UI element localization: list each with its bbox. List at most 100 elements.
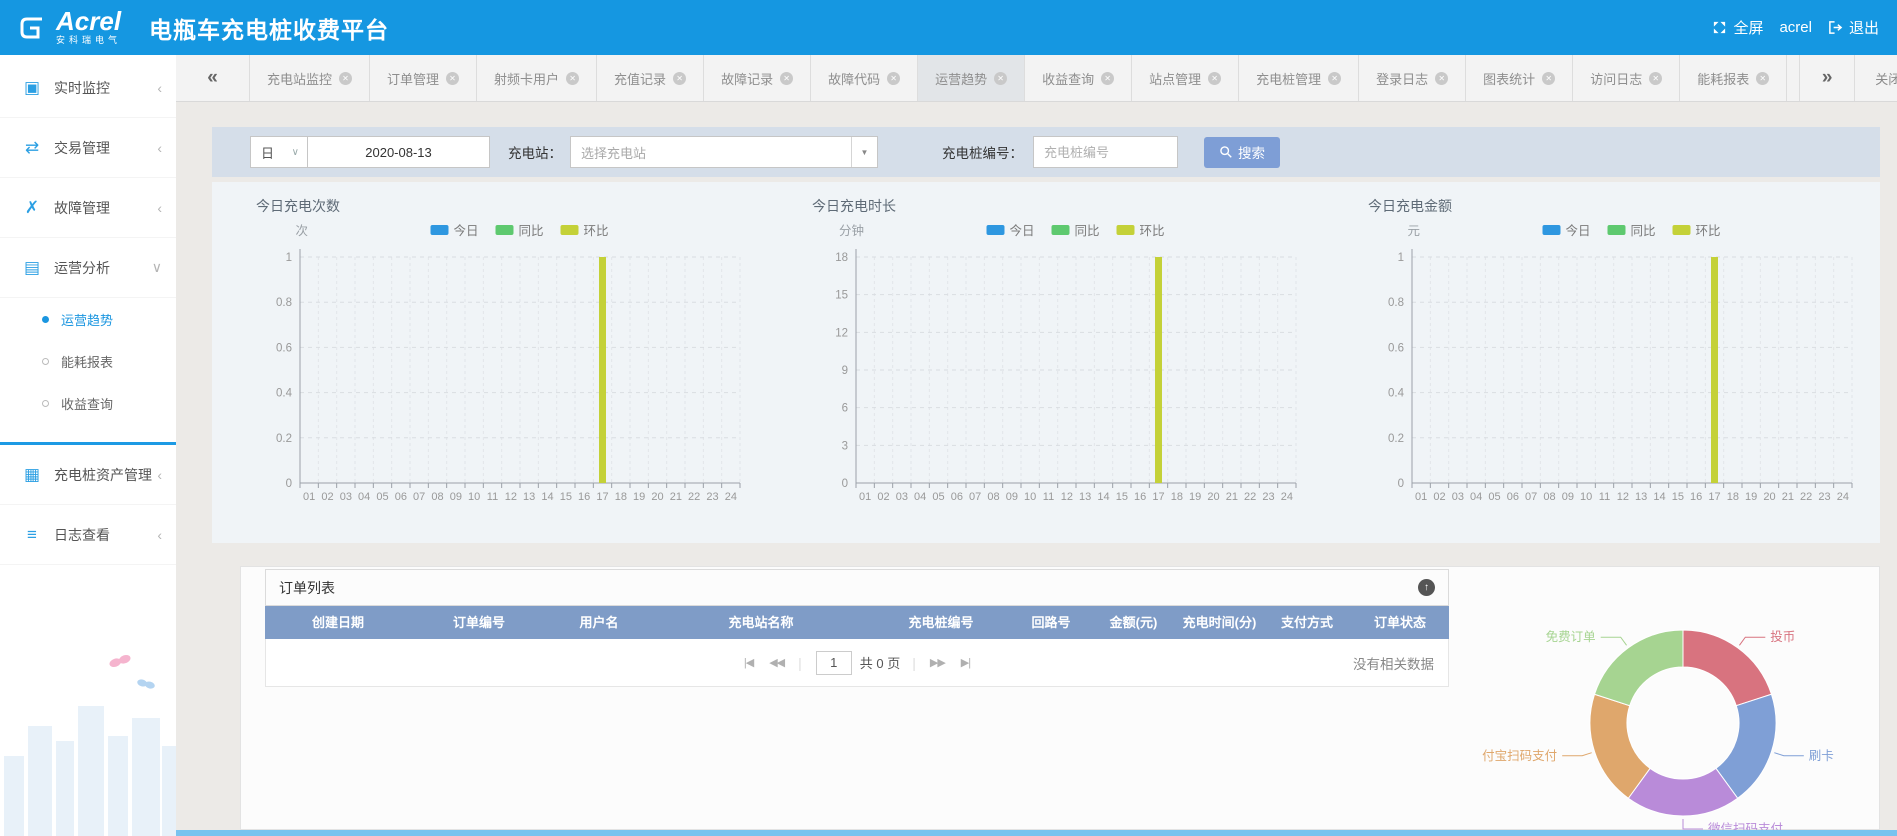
logout-label: 退出 — [1849, 17, 1879, 38]
tab-充电站监控[interactable]: 充电站监控 ✕ — [250, 55, 370, 101]
username[interactable]: acrel — [1779, 19, 1812, 36]
panel-collapse-icon[interactable]: ↑ — [1418, 579, 1435, 596]
legend-swatch — [431, 225, 449, 235]
tabs-scroll-right-button[interactable]: » — [1799, 55, 1855, 101]
date-input[interactable] — [308, 145, 489, 160]
station-select[interactable]: 选择充电站 ▼ — [570, 136, 878, 168]
table-column-header-回路号: 回路号 — [1011, 606, 1091, 639]
tabs-scroll-left-button[interactable]: « — [176, 55, 250, 101]
chart-daily-charge-duration: 今日充电时长 分钟今日同比环比0369121518010203040506070… — [768, 182, 1324, 543]
tab-充电桩管理[interactable]: 充电桩管理✕ — [1239, 55, 1359, 101]
fullscreen-button[interactable]: 全屏 — [1712, 17, 1763, 38]
tab-close-icon[interactable]: ✕ — [1649, 72, 1662, 85]
tab-close-icon[interactable]: ✕ — [566, 72, 579, 85]
tab-close-icon[interactable]: ✕ — [780, 72, 793, 85]
x-axis-tick-label: 18 — [1171, 491, 1183, 503]
select-arrow-icon: ▼ — [851, 137, 877, 167]
x-axis-tick-label: 08 — [431, 491, 443, 503]
tab-close-icon[interactable]: ✕ — [1435, 72, 1448, 85]
fullscreen-icon — [1712, 20, 1727, 35]
tab-登录日志[interactable]: 登录日志✕ — [1359, 55, 1466, 101]
legend-swatch — [561, 225, 579, 235]
period-select[interactable]: 日 ∨ — [250, 136, 308, 168]
station-label: 充电站： — [508, 142, 562, 162]
pagination-prev-button[interactable]: ◀◀ — [769, 656, 784, 669]
table-column-header-订单编号: 订单编号 — [411, 606, 547, 639]
sidebar-item-故障管理[interactable]: ✗故障管理‹ — [0, 178, 176, 238]
legend-swatch — [1052, 225, 1070, 235]
tab-label: 充电站监控 — [267, 69, 332, 88]
tab-收益查询[interactable]: 收益查询✕ — [1025, 55, 1132, 101]
pagination-next-button[interactable]: ▶▶ — [930, 656, 945, 669]
tab-close-icon[interactable]: ✕ — [1328, 72, 1341, 85]
close-operations-menu[interactable]: 关闭操作 — [1855, 55, 1897, 101]
sidebar-item-label: 运营分析 — [54, 258, 152, 278]
table-column-header-充电时间(分): 充电时间(分) — [1176, 606, 1263, 639]
x-axis-tick-label: 05 — [932, 491, 944, 503]
sidebar-item-label: 实时监控 — [54, 78, 157, 98]
sidebar-item-充电桩资产管理[interactable]: ▦充电桩资产管理‹ — [0, 445, 176, 505]
tab-close-icon[interactable]: ✕ — [446, 72, 459, 85]
tab-close-icon[interactable]: ✕ — [673, 72, 686, 85]
y-axis-tick-label: 3 — [842, 440, 848, 452]
pagination-last-button[interactable]: ▶| — [961, 656, 970, 669]
tab-充值记录[interactable]: 充值记录✕ — [597, 55, 704, 101]
sidebar-subitem-能耗报表[interactable]: 能耗报表 — [0, 340, 176, 382]
tab-故障代码[interactable]: 故障代码✕ — [811, 55, 918, 101]
bar-chart-canvas: 分钟今日同比环比03691215180102030405060708091011… — [768, 182, 1324, 522]
tab-故障记录[interactable]: 故障记录✕ — [704, 55, 811, 101]
legend-label: 同比 — [1075, 224, 1100, 238]
sidebar-subitem-收益查询[interactable]: 收益查询 — [0, 382, 176, 424]
tab-图表统计[interactable]: 图表统计 ✕ — [1466, 55, 1573, 101]
sidebar-subitem-运营趋势[interactable]: 运营趋势 — [0, 298, 176, 340]
chart-daily-charge-count: 今日充电次数 次今日同比环比00.20.40.60.81010203040506… — [212, 182, 768, 543]
donut-label-line — [1601, 637, 1627, 645]
tab-close-icon[interactable]: ✕ — [339, 72, 352, 85]
x-axis-tick-label: 07 — [969, 491, 981, 503]
tab-label: 图表统计 — [1483, 69, 1535, 88]
tab-close-icon[interactable]: ✕ — [994, 72, 1007, 85]
tab-close-icon[interactable]: ✕ — [887, 72, 900, 85]
pile-number-input[interactable] — [1034, 145, 1177, 160]
x-axis-tick-label: 04 — [358, 491, 370, 503]
x-axis-tick-label: 20 — [1763, 491, 1775, 503]
tab-close-icon[interactable]: ✕ — [1542, 72, 1555, 85]
bar-环比-17 — [599, 257, 606, 483]
x-axis-tick-label: 10 — [468, 491, 480, 503]
tab-close-icon[interactable]: ✕ — [1208, 72, 1221, 85]
donut-label-line — [1774, 753, 1804, 756]
tab-label: 能耗报表 — [1697, 69, 1749, 88]
legend-swatch — [1543, 225, 1561, 235]
tab-label: 访问日志 — [1590, 69, 1642, 88]
x-axis-tick-label: 16 — [1134, 491, 1146, 503]
x-axis-tick-label: 05 — [1488, 491, 1500, 503]
pagination-row: |◀ ◀◀ | 共 0 页 | ▶▶ ▶| 没有相关数据 — [265, 639, 1449, 687]
x-axis-tick-label: 23 — [706, 491, 718, 503]
pagination-first-button[interactable]: |◀ — [744, 656, 753, 669]
tab-能耗报表[interactable]: 能耗报表 ✕ — [1680, 55, 1787, 101]
x-axis-tick-label: 11 — [487, 491, 498, 503]
sidebar-item-交易管理[interactable]: ⇄交易管理‹ — [0, 118, 176, 178]
page-number-input[interactable] — [816, 651, 852, 675]
tab-订单管理[interactable]: 订单管理✕ — [370, 55, 477, 101]
chart-title: 今日充电时长 — [812, 196, 896, 216]
bar-chart-canvas: 次今日同比环比00.20.40.60.810102030405060708091… — [212, 182, 768, 522]
tab-站点管理[interactable]: 站点管理✕ — [1132, 55, 1239, 101]
tab-射频卡用户[interactable]: 射频卡用户✕ — [477, 55, 597, 101]
sidebar-item-实时监控[interactable]: ▣实时监控‹ — [0, 58, 176, 118]
x-axis-tick-label: 04 — [1470, 491, 1482, 503]
tab-close-icon[interactable]: ✕ — [1101, 72, 1114, 85]
bullet-icon — [42, 400, 49, 407]
chevron-collapsed-icon: ‹ — [157, 527, 162, 543]
total-pages-label: 共 0 页 — [860, 653, 900, 672]
tab-访问日志[interactable]: 访问日志 ✕ — [1573, 55, 1680, 101]
sidebar-item-运营分析[interactable]: ▤运营分析∨ — [0, 238, 176, 298]
logout-button[interactable]: 退出 — [1828, 17, 1879, 38]
sidebar-item-日志查看[interactable]: ≡日志查看‹ — [0, 505, 176, 565]
order-list-panel: 订单列表 ↑ 创建日期订单编号用户名充电站名称充电桩编号回路号金额(元)充电时间… — [265, 569, 1449, 687]
tab-close-icon[interactable]: ✕ — [1756, 72, 1769, 85]
tab-运营趋势[interactable]: 运营趋势✕ — [918, 55, 1025, 101]
bottom-scroll-strip[interactable] — [176, 830, 1897, 836]
search-button[interactable]: 搜索 — [1204, 137, 1280, 168]
x-axis-tick-label: 03 — [340, 491, 352, 503]
